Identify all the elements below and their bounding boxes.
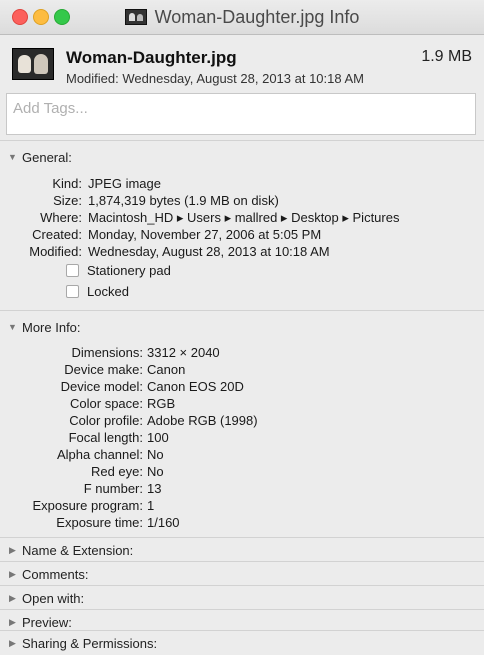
- disclosure-open-icon: ▼: [8, 322, 17, 332]
- file-header: Woman-Daughter.jpg 1.9 MB Modified: Wedn…: [0, 35, 484, 91]
- row-label: Exposure program:: [32, 498, 143, 513]
- sharing-permissions-section[interactable]: ▶ Sharing & Permissions:: [0, 630, 484, 655]
- general-section-title: General:: [22, 149, 72, 165]
- title-bar[interactable]: Woman-Daughter.jpg Info: [0, 0, 484, 35]
- row-label: Alpha channel:: [56, 447, 143, 462]
- row-value: Canon EOS 20D: [147, 379, 244, 394]
- row-value: Wednesday, August 28, 2013 at 10:18 AM: [88, 244, 330, 259]
- section-title: Name & Extension:: [22, 542, 134, 558]
- disclosure-closed-icon: ▶: [9, 568, 16, 579]
- section-title: Sharing & Permissions:: [22, 635, 158, 651]
- file-name: Woman-Daughter.jpg: [66, 48, 237, 67]
- section-toggle[interactable]: ▶ Name & Extension:: [8, 541, 133, 559]
- row-label: Device model:: [60, 379, 143, 394]
- row-label: Modified:: [29, 244, 82, 259]
- checkbox-unchecked[interactable]: [66, 285, 79, 298]
- stationery-pad-label: Stationery pad: [87, 263, 171, 278]
- section-toggle[interactable]: ▶ Preview:: [8, 613, 72, 631]
- row-label: Size:: [53, 193, 82, 208]
- row-value: Canon: [147, 362, 186, 377]
- tags-input[interactable]: [7, 94, 475, 134]
- row-value: Macintosh_HD ▸ Users ▸ mallred ▸ Desktop…: [88, 210, 400, 225]
- row-label: Device make:: [64, 362, 143, 377]
- stationery-pad-checkbox[interactable]: Stationery pad: [66, 263, 171, 278]
- row-label: Focal length:: [68, 430, 143, 445]
- row-value: 13: [147, 481, 162, 496]
- modified-date: Modified: Wednesday, August 28, 2013 at …: [66, 71, 364, 86]
- divider: [0, 140, 484, 141]
- row-value: 1,874,319 bytes (1.9 MB on disk): [88, 193, 279, 208]
- disclosure-closed-icon: ▶: [9, 616, 16, 627]
- row-value: No: [147, 447, 164, 462]
- section-title: Comments:: [22, 566, 89, 582]
- open-with-section[interactable]: ▶ Open with:: [0, 585, 484, 610]
- row-label: Red eye:: [90, 464, 143, 479]
- checkbox-unchecked[interactable]: [66, 264, 79, 277]
- disclosure-open-icon: ▼: [8, 152, 17, 162]
- row-label: Kind:: [52, 176, 82, 191]
- row-label: F number:: [83, 481, 143, 496]
- general-section-toggle[interactable]: ▼ General:: [8, 148, 72, 166]
- more-info-section-title: More Info:: [22, 319, 81, 335]
- file-thumbnail: [12, 48, 54, 80]
- row-value: No: [147, 464, 164, 479]
- row-label: Color space:: [70, 396, 143, 411]
- divider: [0, 310, 484, 311]
- row-value: Monday, November 27, 2006 at 5:05 PM: [88, 227, 322, 242]
- image-file-icon: [124, 9, 147, 25]
- row-label: Where:: [40, 210, 82, 225]
- more-info-section-toggle[interactable]: ▼ More Info:: [8, 318, 81, 336]
- section-toggle[interactable]: ▶ Open with:: [8, 589, 84, 607]
- disclosure-closed-icon: ▶: [9, 544, 16, 555]
- row-label: Created:: [32, 227, 82, 242]
- row-value: 100: [147, 430, 169, 445]
- window-title: Woman-Daughter.jpg Info: [154, 6, 360, 27]
- locked-label: Locked: [87, 284, 129, 299]
- row-value: RGB: [147, 396, 176, 411]
- tags-field-container: [6, 93, 476, 135]
- section-toggle[interactable]: ▶ Comments:: [8, 565, 88, 583]
- row-value: 1/160: [147, 515, 180, 530]
- section-toggle[interactable]: ▶ Sharing & Permissions:: [8, 634, 157, 652]
- comments-section[interactable]: ▶ Comments:: [0, 561, 484, 586]
- row-label: Color profile:: [69, 413, 143, 428]
- locked-checkbox[interactable]: Locked: [66, 284, 129, 299]
- row-label: Exposure time:: [56, 515, 143, 530]
- row-label: Dimensions:: [71, 345, 143, 360]
- row-value: JPEG image: [88, 176, 161, 191]
- disclosure-closed-icon: ▶: [9, 592, 16, 603]
- row-value: 1: [147, 498, 155, 513]
- disclosure-closed-icon: ▶: [9, 637, 16, 648]
- file-size: 1.9 MB: [421, 48, 472, 65]
- section-title: Preview:: [22, 614, 72, 630]
- window-title-group: Woman-Daughter.jpg Info: [0, 0, 484, 34]
- row-value: 3312 × 2040: [147, 345, 220, 360]
- info-window: Woman-Daughter.jpg Info Woman-Daughter.j…: [0, 0, 484, 653]
- row-value: Adobe RGB (1998): [147, 413, 258, 428]
- section-title: Open with:: [22, 590, 85, 606]
- name-extension-section[interactable]: ▶ Name & Extension:: [0, 537, 484, 562]
